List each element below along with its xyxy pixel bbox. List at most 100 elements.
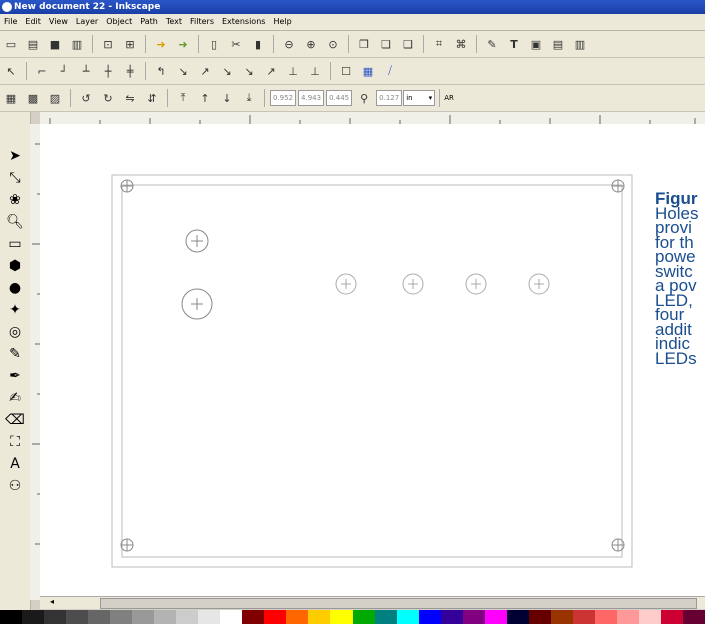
snap-object-center-icon[interactable]: ↗: [262, 62, 280, 80]
color-swatch[interactable]: [176, 610, 199, 624]
color-swatch[interactable]: [66, 610, 89, 624]
spiral-tool-icon[interactable]: ◎: [6, 322, 24, 342]
mounting-hole[interactable]: [120, 179, 134, 193]
rectangle-tool-icon[interactable]: ▭: [6, 234, 24, 254]
snap-bbox-icon[interactable]: ⌐: [33, 62, 51, 80]
align-distribute-icon[interactable]: ▤: [549, 35, 567, 53]
zoom-drawing-icon[interactable]: ⊕: [302, 35, 320, 53]
menu-path[interactable]: Path: [136, 14, 162, 30]
open-icon[interactable]: ▤: [24, 35, 42, 53]
height-input[interactable]: 0.127: [376, 90, 403, 106]
raise-to-top-icon[interactable]: ⤒: [174, 89, 192, 107]
indicator-led-hole[interactable]: [402, 273, 424, 295]
xml-editor-icon[interactable]: ▣: [527, 35, 545, 53]
3d-box-tool-icon[interactable]: ⬢: [6, 256, 24, 276]
color-swatch[interactable]: [572, 610, 595, 624]
indicator-led-hole[interactable]: [465, 273, 487, 295]
star-tool-icon[interactable]: ✦: [6, 300, 24, 320]
eraser-tool-icon[interactable]: ⌫: [5, 410, 25, 430]
fill-stroke-icon[interactable]: ✎: [483, 35, 501, 53]
power-switch-hole[interactable]: [181, 288, 213, 320]
x-position-input[interactable]: 0.952: [270, 90, 297, 106]
snap-bbox-midpoint-icon[interactable]: ┼: [99, 62, 117, 80]
y-position-input[interactable]: 4.943: [298, 90, 325, 106]
menu-edit[interactable]: Edit: [21, 14, 45, 30]
flip-horizontal-icon[interactable]: ⇋: [121, 89, 139, 107]
zoom-tool-icon[interactable]: 🔍︎: [6, 212, 24, 232]
snap-bbox-corner-icon[interactable]: ┴: [77, 62, 95, 80]
group-icon[interactable]: ⌗: [430, 35, 448, 53]
color-swatch[interactable]: [418, 610, 441, 624]
power-led-hole[interactable]: [185, 229, 209, 253]
color-swatch[interactable]: [616, 610, 639, 624]
scroll-left-icon[interactable]: ◂: [50, 597, 54, 606]
undo-icon[interactable]: ➜: [152, 35, 170, 53]
pencil-tool-icon[interactable]: ✎: [6, 344, 24, 364]
snap-rotation-center-icon[interactable]: ⊥: [284, 62, 302, 80]
snap-grid-icon[interactable]: ▦: [359, 62, 377, 80]
menu-view[interactable]: View: [45, 14, 72, 30]
color-swatch[interactable]: [154, 610, 177, 624]
redo-icon[interactable]: ➜: [174, 35, 192, 53]
snap-nodes-icon[interactable]: ↰: [152, 62, 170, 80]
export-icon[interactable]: ⊞: [121, 35, 139, 53]
menu-layer[interactable]: Layer: [72, 14, 102, 30]
raise-icon[interactable]: ↑: [196, 89, 214, 107]
mounting-hole[interactable]: [611, 179, 625, 193]
color-swatch[interactable]: [440, 610, 463, 624]
units-select[interactable]: in ▾: [403, 90, 436, 106]
color-swatch[interactable]: [506, 610, 529, 624]
color-swatch[interactable]: [484, 610, 507, 624]
text-tool-icon[interactable]: A: [6, 454, 24, 474]
lower-to-bottom-icon[interactable]: ⤓: [240, 89, 258, 107]
selector-tool-icon[interactable]: ➤: [6, 146, 24, 166]
mounting-hole[interactable]: [120, 538, 134, 552]
indicator-led-hole[interactable]: [335, 273, 357, 295]
color-swatch[interactable]: [660, 610, 683, 624]
select-all-icon[interactable]: ▦: [2, 89, 20, 107]
color-swatch[interactable]: [198, 610, 221, 624]
copy-icon[interactable]: ▯: [205, 35, 223, 53]
snap-guide-icon[interactable]: ⊥: [306, 62, 324, 80]
print-icon[interactable]: ▥: [68, 35, 86, 53]
snap-intersection-icon[interactable]: ↗: [196, 62, 214, 80]
color-swatch[interactable]: [594, 610, 617, 624]
color-swatch[interactable]: [22, 610, 45, 624]
calligraphy-tool-icon[interactable]: ✍: [6, 388, 24, 408]
text-font-icon[interactable]: T: [505, 35, 523, 53]
color-swatch[interactable]: [0, 610, 23, 624]
menu-object[interactable]: Object: [102, 14, 136, 30]
node-tool-icon[interactable]: ⤡: [6, 168, 24, 188]
lower-icon[interactable]: ↓: [218, 89, 236, 107]
snap-smooth-nodes-icon[interactable]: ↘: [218, 62, 236, 80]
import-icon[interactable]: ⊡: [99, 35, 117, 53]
menu-file[interactable]: File: [0, 14, 21, 30]
color-swatch[interactable]: [286, 610, 309, 624]
zoom-selection-icon[interactable]: ⊖: [280, 35, 298, 53]
color-swatch[interactable]: [330, 610, 353, 624]
zoom-page-icon[interactable]: ⊙: [324, 35, 342, 53]
color-swatch[interactable]: [396, 610, 419, 624]
color-swatch[interactable]: [638, 610, 661, 624]
color-swatch[interactable]: [88, 610, 111, 624]
indicator-led-hole[interactable]: [528, 273, 550, 295]
color-swatch[interactable]: [110, 610, 133, 624]
color-swatch[interactable]: [374, 610, 397, 624]
menu-help[interactable]: Help: [269, 14, 295, 30]
color-swatch[interactable]: [44, 610, 67, 624]
menu-text[interactable]: Text: [162, 14, 186, 30]
tweak-tool-icon[interactable]: ❀: [6, 190, 24, 210]
connector-tool-icon[interactable]: ⚇: [6, 476, 24, 496]
menu-extensions[interactable]: Extensions: [218, 14, 269, 30]
new-document-icon[interactable]: ▭: [2, 35, 20, 53]
color-swatch[interactable]: [132, 610, 155, 624]
save-icon[interactable]: ■: [46, 35, 64, 53]
mounting-hole[interactable]: [611, 538, 625, 552]
pen-tool-icon[interactable]: ✒: [6, 366, 24, 386]
color-swatch[interactable]: [550, 610, 573, 624]
color-swatch[interactable]: [220, 610, 243, 624]
scrollbar-thumb[interactable]: [100, 598, 697, 609]
select-all-layers-icon[interactable]: ▩: [24, 89, 42, 107]
ungroup-icon[interactable]: ⌘: [452, 35, 470, 53]
paste-icon[interactable]: ▮: [249, 35, 267, 53]
